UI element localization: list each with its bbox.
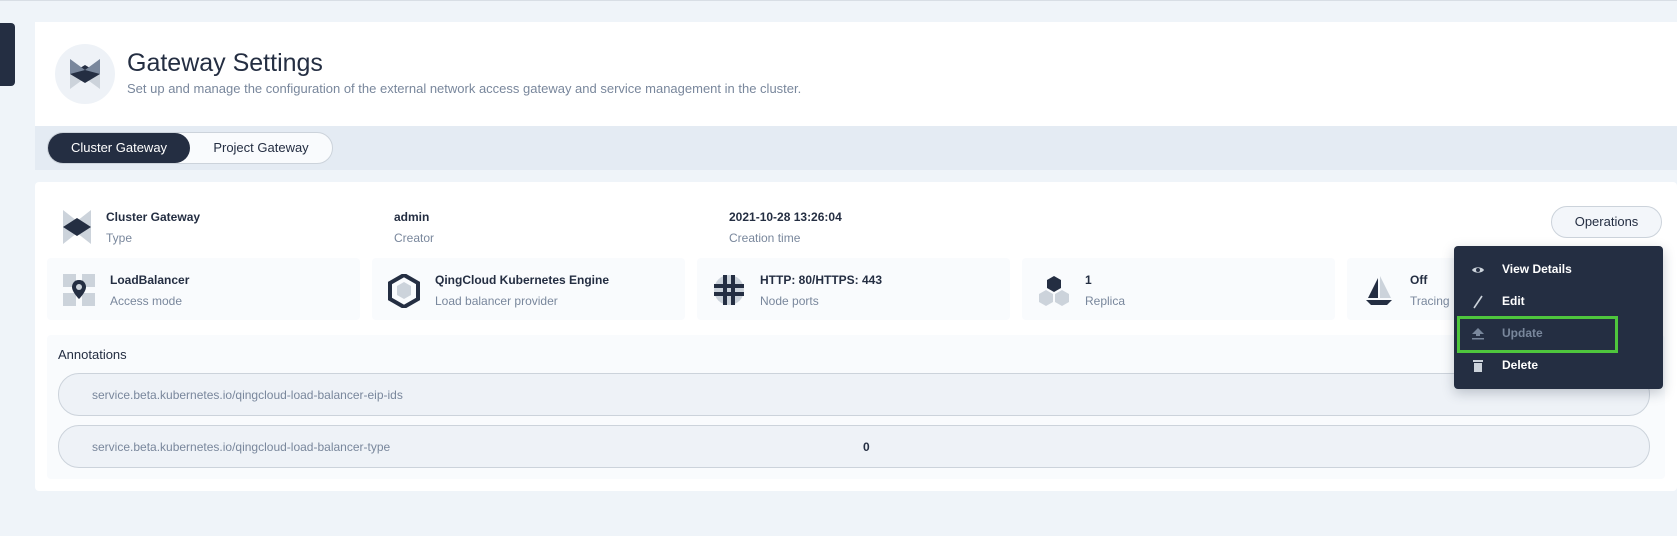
- creation-time-label: Creation time: [729, 231, 801, 245]
- tracing-value: Off: [1410, 273, 1428, 287]
- pen-icon: [1471, 295, 1485, 314]
- menu-label-delete: Delete: [1502, 358, 1539, 372]
- creator-value: admin: [394, 210, 430, 224]
- node-ports-label: Node ports: [760, 294, 819, 308]
- annotation-row: service.beta.kubernetes.io/qingcloud-loa…: [58, 425, 1650, 468]
- node-ports-text: HTTP: 80/HTTPS: 443 Node ports: [760, 273, 882, 308]
- annotation-row: service.beta.kubernetes.io/qingcloud-loa…: [58, 373, 1650, 416]
- replica-value: 1: [1085, 273, 1092, 287]
- provider-text: QingCloud Kubernetes Engine Load balance…: [435, 273, 609, 308]
- replica-tile: 1 Replica: [1022, 258, 1335, 320]
- tracing-text: Off Tracing: [1410, 273, 1450, 308]
- annotation-key: service.beta.kubernetes.io/qingcloud-loa…: [92, 388, 403, 402]
- annotation-key: service.beta.kubernetes.io/qingcloud-loa…: [92, 440, 391, 454]
- node-ports-value: HTTP: 80/HTTPS: 443: [760, 273, 883, 287]
- annotations-section: Annotations service.beta.kubernetes.io/q…: [47, 335, 1665, 479]
- access-mode-value: LoadBalancer: [110, 273, 190, 287]
- location-pin-icon: [63, 274, 95, 311]
- access-mode-tile: LoadBalancer Access mode: [47, 258, 360, 320]
- cluster-gateway-icon: [63, 210, 91, 249]
- tabs-bar: Cluster Gateway Project Gateway: [35, 126, 1677, 170]
- page-title: Gateway Settings: [127, 49, 323, 77]
- page-description: Set up and manage the configuration of t…: [127, 81, 802, 96]
- provider-value: QingCloud Kubernetes Engine: [435, 273, 610, 287]
- eye-icon: [1471, 263, 1485, 282]
- tracing-label: Tracing: [1410, 294, 1450, 308]
- globe-icon: [713, 274, 745, 311]
- trash-icon: [1471, 359, 1485, 378]
- gateway-detail-card: Cluster Gateway Type admin Creator 2021-…: [35, 182, 1677, 491]
- load-balancer-provider-tile: QingCloud Kubernetes Engine Load balance…: [372, 258, 685, 320]
- replica-text: 1 Replica: [1085, 273, 1125, 308]
- node-ports-tile: HTTP: 80/HTTPS: 443 Node ports: [697, 258, 1010, 320]
- tab-cluster-gateway[interactable]: Cluster Gateway: [48, 133, 190, 163]
- sailboat-icon: [1363, 274, 1395, 311]
- top-divider: [0, 0, 1677, 1]
- menu-label-view-details: View Details: [1502, 262, 1572, 276]
- annotation-value: 0: [863, 440, 870, 454]
- menu-item-view-details[interactable]: View Details: [1454, 256, 1663, 284]
- gateway-icon: [55, 44, 115, 104]
- type-field: Cluster Gateway Type: [106, 210, 200, 245]
- replica-label: Replica: [1085, 294, 1126, 308]
- access-mode-label: Access mode: [110, 294, 183, 308]
- update-highlight-box: [1457, 316, 1618, 353]
- gateway-tabs: Cluster Gateway Project Gateway: [47, 132, 333, 164]
- tab-project-gateway[interactable]: Project Gateway: [190, 133, 332, 163]
- qingcloud-icon: [388, 272, 420, 313]
- type-label: Type: [106, 231, 133, 245]
- creator-label: Creator: [394, 231, 435, 245]
- menu-item-delete[interactable]: Delete: [1454, 352, 1663, 380]
- sidebar-toggle[interactable]: [0, 23, 15, 86]
- provider-label: Load balancer provider: [435, 294, 558, 308]
- page-header: Gateway Settings Set up and manage the c…: [35, 22, 1677, 126]
- creation-time-value: 2021-10-28 13:26:04: [729, 210, 842, 224]
- access-mode-text: LoadBalancer Access mode: [110, 273, 189, 308]
- operations-button[interactable]: Operations: [1551, 206, 1662, 238]
- annotations-title: Annotations: [58, 347, 127, 362]
- type-value: Cluster Gateway: [106, 210, 201, 224]
- creator-field: admin Creator: [394, 210, 434, 245]
- menu-item-edit[interactable]: Edit: [1454, 288, 1663, 316]
- replica-icon: [1038, 274, 1070, 311]
- menu-label-edit: Edit: [1502, 294, 1525, 308]
- operations-menu: View Details Edit Update Delete: [1454, 246, 1663, 389]
- creation-time-field: 2021-10-28 13:26:04 Creation time: [729, 210, 842, 245]
